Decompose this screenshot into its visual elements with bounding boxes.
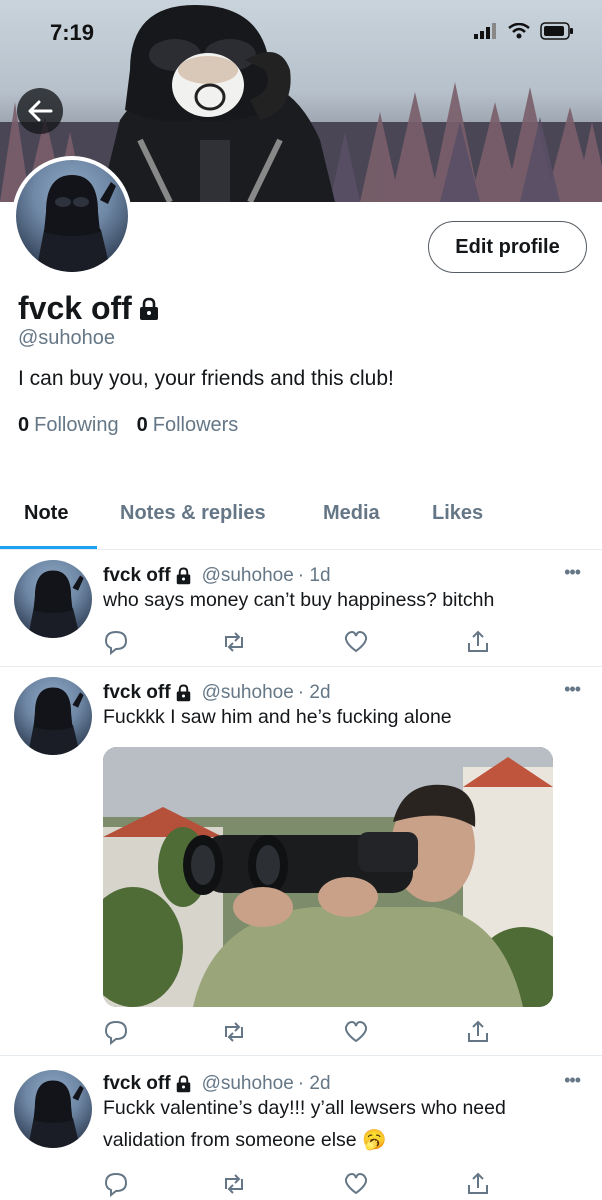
more-icon[interactable]: ••• (564, 1070, 581, 1091)
note-text: who says money can’t buy happiness? bitc… (103, 589, 495, 611)
more-icon[interactable]: ••• (564, 562, 581, 583)
status-time: 7:19 (50, 20, 95, 45)
active-tab-indicator (0, 546, 97, 549)
like-icon[interactable] (343, 629, 369, 655)
back-button[interactable] (17, 88, 63, 134)
status-icons (474, 22, 574, 40)
binoculars-photo (103, 747, 553, 1007)
status-bar: 7:19 (0, 0, 602, 60)
note-media-image[interactable] (103, 747, 553, 1007)
note-text: Fuckkk I saw him and he’s fucking alone (103, 706, 452, 728)
profile-handle: @suhohoe (18, 327, 116, 349)
share-icon[interactable] (465, 629, 491, 655)
reply-icon[interactable] (103, 1171, 129, 1197)
note-actions (103, 629, 503, 655)
profile-avatar[interactable] (12, 156, 132, 276)
profile-tabs: Note Notes & replies Media Likes (0, 490, 602, 550)
note-text: Fuckk valentine’s day!!! y’all lewsers w… (103, 1097, 506, 1151)
tab-likes[interactable]: Likes (432, 502, 483, 525)
lock-icon (176, 1075, 190, 1093)
note-avatar[interactable] (14, 677, 92, 755)
profile-name-row: fvck off (18, 290, 160, 327)
following-stat[interactable]: 0 Following (18, 414, 119, 437)
profile-stats: 0 Following 0 Followers (18, 414, 238, 437)
edit-profile-button[interactable]: Edit profile (428, 221, 587, 273)
note-avatar[interactable] (14, 560, 92, 638)
like-icon[interactable] (343, 1171, 369, 1197)
avatar-image (27, 570, 84, 638)
avatar-image (36, 175, 116, 272)
lock-icon (139, 297, 158, 320)
followers-label: Followers (152, 414, 239, 436)
followers-count: 0 (136, 414, 148, 436)
share-icon[interactable] (465, 1171, 491, 1197)
lock-icon (176, 567, 190, 585)
note-actions (103, 1171, 503, 1197)
note-item[interactable]: fvck off @suhohoe · 1d ••• who says mone… (0, 550, 602, 667)
following-count: 0 (18, 414, 30, 436)
avatar-image (27, 687, 84, 755)
tab-notes-replies[interactable]: Notes & replies (120, 502, 266, 525)
lock-icon (176, 684, 190, 702)
back-arrow-icon (28, 100, 53, 122)
reply-icon[interactable] (103, 629, 129, 655)
avatar-image (27, 1080, 84, 1148)
retweet-icon[interactable] (221, 1019, 247, 1045)
note-actions (103, 1019, 503, 1045)
profile-name: fvck off (18, 290, 132, 326)
note-avatar[interactable] (14, 1070, 92, 1148)
tab-note[interactable]: Note (24, 502, 68, 525)
profile-bio: I can buy you, your friends and this clu… (18, 367, 394, 390)
retweet-icon[interactable] (221, 1171, 247, 1197)
more-icon[interactable]: ••• (564, 679, 581, 700)
followers-stat[interactable]: 0 Followers (137, 414, 239, 437)
wifi-icon (508, 23, 530, 39)
signal-icon (474, 23, 496, 39)
retweet-icon[interactable] (221, 629, 247, 655)
note-item[interactable]: fvck off @suhohoe · 2d ••• Fuckk valenti… (0, 1056, 602, 1200)
like-icon[interactable] (343, 1019, 369, 1045)
following-label: Following (34, 414, 119, 436)
reply-icon[interactable] (103, 1019, 129, 1045)
share-icon[interactable] (465, 1019, 491, 1045)
battery-icon (540, 22, 573, 40)
tab-media[interactable]: Media (323, 502, 380, 525)
